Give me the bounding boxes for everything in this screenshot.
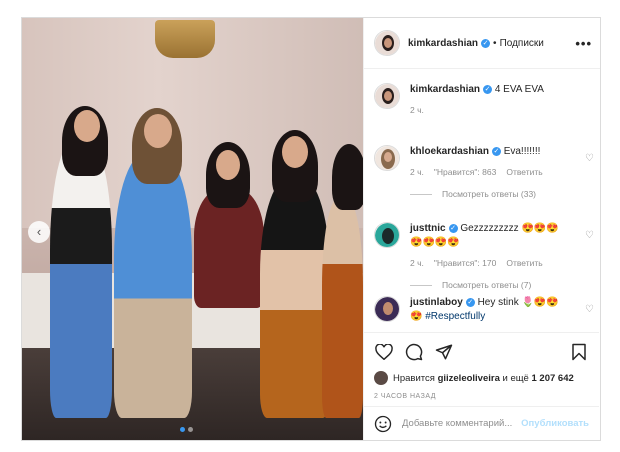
likes-middle: и ещё [502, 372, 529, 384]
caption-time[interactable]: 2 ч. [410, 103, 424, 117]
like-heart-icon[interactable] [374, 342, 394, 362]
photo-head-4 [282, 136, 308, 168]
author-username[interactable]: kimkardashian [408, 38, 478, 49]
share-paper-plane-icon[interactable] [434, 342, 454, 362]
post-actions: Нравится giizeleoliveira и ещё 1 207 642… [364, 332, 599, 400]
commenter-username[interactable]: justinlaboy [410, 297, 463, 308]
post-timestamp[interactable]: 2 ЧАСОВ НАЗАД [374, 393, 589, 400]
header-dot: • [493, 37, 497, 49]
header-text: kimkardashian ✓ • Подписки [408, 38, 575, 49]
liker-username[interactable]: giizeleoliveira [438, 373, 500, 384]
post-header: kimkardashian ✓ • Подписки ••• [364, 18, 600, 69]
comment-item: justinlaboy ✓ Hey stink 🌷😍😍😍 #Respectfull… [374, 296, 594, 324]
comment-likes[interactable]: "Нравится": 863 [434, 165, 496, 179]
add-comment-bar: Добавьте комментарий... Опубликовать [364, 406, 599, 440]
post-photo[interactable]: ‹ [22, 18, 363, 440]
photo-head-1 [74, 110, 100, 142]
photo-person-1 [50, 138, 112, 418]
comment-item: justtnic ✓ Gezzzzzzzzz 😍😍😍😍😍😍😍 2 ч. "Нрав… [374, 222, 594, 290]
commenter-username[interactable]: khloekardashian [410, 146, 489, 157]
previous-photo-button[interactable]: ‹ [28, 221, 50, 243]
commenter-username[interactable]: justtnic [410, 223, 446, 234]
verified-badge-icon: ✓ [481, 38, 491, 48]
like-comment-heart-icon[interactable]: ♡ [585, 230, 594, 241]
caption: kimkardashian ✓ 4 EVA EVA 2 ч. [374, 83, 594, 117]
comment-item: khloekardashian ✓ Eva!!!!!!! 2 ч. "Нравит… [374, 145, 594, 199]
photo-head-3 [216, 150, 240, 180]
verified-badge-icon: ✓ [491, 146, 501, 156]
post-side-panel: kimkardashian ✓ • Подписки ••• kimkardas… [363, 18, 600, 440]
liker-avatar[interactable] [374, 371, 388, 385]
view-replies-button[interactable]: Посмотреть ответы (7) [410, 280, 594, 290]
commenter-avatar[interactable] [374, 296, 400, 322]
caption-avatar[interactable] [374, 83, 400, 109]
verified-badge-icon: ✓ [448, 223, 458, 233]
likes-prefix: Нравится [393, 372, 435, 384]
replies-divider [410, 284, 432, 286]
comment-likes[interactable]: "Нравится": 170 [434, 256, 496, 270]
comment-hashtag-link[interactable]: #Respectfully [425, 311, 485, 322]
comment-time[interactable]: 2 ч. [410, 256, 424, 270]
carousel-dot [188, 427, 193, 432]
likes-count[interactable]: 1 207 642 [532, 373, 574, 384]
publish-comment-button[interactable]: Опубликовать [521, 418, 589, 429]
more-options-icon[interactable]: ••• [575, 36, 592, 51]
like-comment-heart-icon[interactable]: ♡ [585, 153, 594, 164]
emoji-smiley-icon[interactable] [374, 415, 392, 433]
verified-badge-icon: ✓ [483, 84, 493, 94]
comment-text: Eva!!!!!!! [503, 146, 541, 157]
commenter-avatar[interactable] [374, 145, 400, 171]
reply-button[interactable]: Ответить [506, 165, 542, 179]
reply-button[interactable]: Ответить [506, 256, 542, 270]
caption-text: 4 EVA EVA [494, 84, 544, 95]
comments-list[interactable]: kimkardashian ✓ 4 EVA EVA 2 ч. khloekard… [364, 70, 599, 332]
carousel-dots [180, 427, 193, 432]
commenter-avatar[interactable] [374, 222, 400, 248]
save-bookmark-icon[interactable] [569, 342, 589, 362]
verified-badge-icon: ✓ [465, 297, 475, 307]
comment-bubble-icon[interactable] [404, 342, 424, 362]
photo-person-2 [114, 153, 192, 418]
photo-person-5 [322, 198, 363, 418]
like-comment-heart-icon[interactable]: ♡ [585, 304, 594, 315]
post-card: ‹ kimkardashian ✓ • Подписки ••• kimkard… [21, 17, 601, 441]
photo-hair-5 [332, 144, 363, 210]
comment-input[interactable]: Добавьте комментарий... [402, 418, 521, 429]
likes-summary[interactable]: Нравится giizeleoliveira и ещё 1 207 642 [374, 371, 589, 385]
view-replies-label: Посмотреть ответы (7) [442, 280, 532, 290]
caption-username[interactable]: kimkardashian [410, 84, 480, 95]
view-replies-label: Посмотреть ответы (33) [442, 189, 536, 199]
follow-status-button[interactable]: Подписки [500, 38, 544, 49]
photo-person-4 [260, 178, 330, 418]
replies-divider [410, 193, 432, 195]
photo-head-2 [144, 114, 172, 148]
comment-time[interactable]: 2 ч. [410, 165, 424, 179]
carousel-dot-active [180, 427, 185, 432]
author-avatar[interactable] [374, 30, 400, 56]
photo-lamp [155, 20, 215, 58]
view-replies-button[interactable]: Посмотреть ответы (33) [410, 189, 594, 199]
